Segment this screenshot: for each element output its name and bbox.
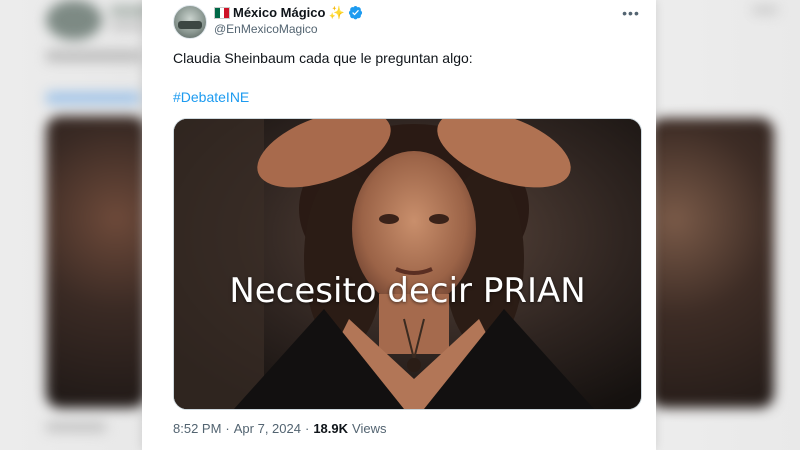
blurred-image-left: [46, 116, 146, 408]
more-horizontal-icon[interactable]: •••: [620, 6, 642, 20]
hashtag-link[interactable]: #DebateINE: [173, 89, 249, 105]
tweet-date[interactable]: Apr 7, 2024: [234, 421, 301, 436]
name-row: México Mágico ✨: [214, 4, 363, 21]
tweet-media-image[interactable]: Necesito decir PRIAN: [173, 118, 642, 410]
tweet-card: México Mágico ✨ @EnMexicoMagico ••• Clau…: [142, 0, 656, 450]
user-handle[interactable]: @EnMexicoMagico: [214, 22, 363, 36]
tweet-meta: 8:52 PM · Apr 7, 2024 · 18.9K Views: [173, 421, 386, 436]
meme-caption: Necesito decir PRIAN: [229, 271, 586, 311]
blurred-text: [46, 50, 142, 62]
blurred-hashtag: [46, 92, 140, 104]
tweet-time[interactable]: 8:52 PM: [173, 421, 221, 436]
sparkles-icon: ✨: [328, 4, 345, 20]
avatar[interactable]: [173, 5, 207, 39]
blurred-timestamp: [46, 422, 106, 432]
display-name[interactable]: México Mágico: [233, 5, 325, 20]
mexico-flag-icon: [214, 6, 230, 19]
meme-photo: [174, 119, 641, 409]
blurred-handle: [110, 22, 146, 30]
meta-separator: ·: [304, 421, 310, 436]
verified-badge-icon[interactable]: [348, 5, 363, 20]
author-block: México Mágico ✨ @EnMexicoMagico: [214, 4, 363, 36]
views-label: Views: [352, 421, 387, 436]
blurred-image-right: [650, 118, 774, 408]
blurred-more-icon: [752, 6, 778, 14]
views-count: 18.9K: [313, 421, 349, 436]
meta-separator: ·: [225, 421, 230, 436]
tweet-text: Claudia Sheinbaum cada que le preguntan …: [173, 50, 473, 66]
blurred-avatar: [46, 0, 102, 40]
